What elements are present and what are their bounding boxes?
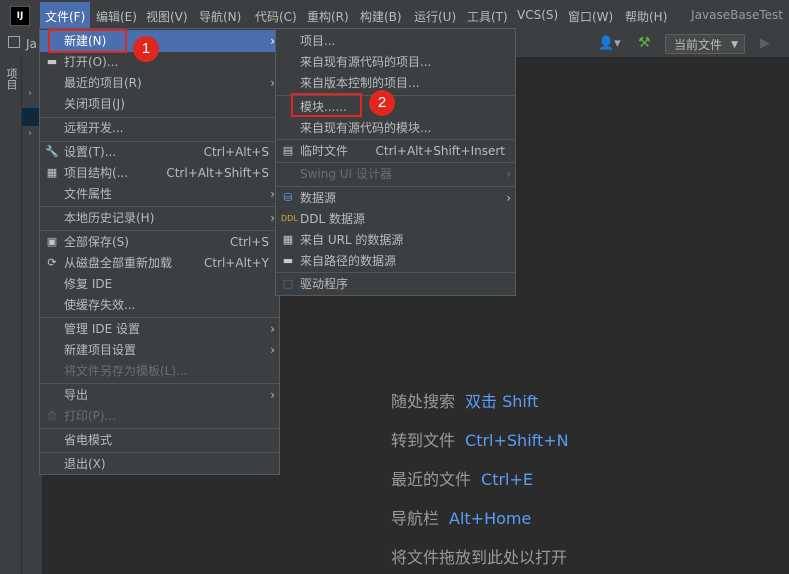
menu-build[interactable]: 构建(B) [360,8,402,25]
printer-icon: ⎙ [47,409,57,422]
menu-code[interactable]: 代码(C) [255,8,297,25]
menu-item-exit[interactable]: 退出(X) [40,453,279,475]
menu-item-local-history[interactable]: 本地历史记录(H) › [40,207,279,229]
menu-item-power-save[interactable]: 省电模式 [40,429,279,451]
run-icon[interactable]: ▶ [760,36,770,51]
menu-window[interactable]: 窗口(W) [568,8,613,25]
project-structure-icon: ▦ [46,166,58,179]
menu-tools[interactable]: 工具(T) [467,8,508,25]
new-project[interactable]: 项目... [276,30,515,52]
menu-item-save-all[interactable]: ▣ 全部保存(S) Ctrl+S [40,231,279,253]
menu-help[interactable]: 帮助(H) [625,8,667,25]
driver-icon: ⬚ [282,277,294,290]
new-module-from-sources[interactable]: 来自现有源代码的模块... [276,117,515,139]
wrench-icon: 🔧 [45,145,59,158]
chevron-right-icon: › [506,191,511,205]
chevron-right-icon: › [270,343,275,357]
menu-edit[interactable]: 编辑(E) [96,8,137,25]
left-tool-strip [0,57,22,574]
menu-item-print[interactable]: ⎙ 打印(P)... [40,405,279,427]
new-data-source-from-path[interactable]: ▬ 来自路径的数据源 [276,250,515,272]
build-hammer-icon[interactable]: ⚒ [638,35,651,51]
project-title: JavaseBaseTest [691,8,783,22]
chevron-right-icon: › [270,322,275,336]
scratch-file-icon: ▤ [282,144,294,157]
user-icon[interactable]: 👤▾ [598,36,621,51]
hint-recent-files: 最近的文件 Ctrl+E [391,470,533,489]
hint-drop-files: 将文件拖放到此处以打开 [391,548,568,567]
new-ddl-data-source[interactable]: DDL DDL 数据源 [276,208,515,230]
save-icon: ▣ [46,235,58,248]
hint-navigation-bar: 导航栏 Alt+Home [391,509,532,528]
annotation-badge-2: 2 [369,90,395,116]
menu-run[interactable]: 运行(U) [414,8,456,25]
refresh-icon: ⟳ [47,256,57,269]
menu-item-invalidate-caches[interactable]: 使缓存失效... [40,294,279,316]
hint-goto-file: 转到文件 Ctrl+Shift+N [391,431,569,450]
chevron-right-icon[interactable]: › [28,128,32,139]
menu-item-manage-ide-settings[interactable]: 管理 IDE 设置 › [40,318,279,340]
menu-file[interactable]: 文件(F) [45,8,85,25]
project-tree-selection[interactable] [22,108,40,126]
new-project-from-sources[interactable]: 来自现有源代码的项目... [276,51,515,73]
menu-item-close-project[interactable]: 关闭项目(J) [40,93,279,115]
menu-item-new-project-settings[interactable]: 新建项目设置 › [40,339,279,361]
menu-navigate[interactable]: 导航(N) [199,8,241,25]
menu-item-remote-dev[interactable]: 远程开发... [40,117,279,139]
new-driver[interactable]: ⬚ 驱动程序 [276,273,515,295]
intellij-logo-icon: IJ [10,6,30,26]
project-tab-partial[interactable]: Ja [26,37,37,51]
hint-search-everywhere: 随处搜索 双击 Shift [391,392,539,411]
new-scratch-file[interactable]: ▤ 临时文件 Ctrl+Alt+Shift+Insert [276,140,515,162]
new-project-from-vcs[interactable]: 来自版本控制的项目... [276,72,515,94]
new-data-source[interactable]: ⛁ 数据源 › [276,187,515,209]
menu-vcs[interactable]: VCS(S) [517,8,558,22]
chevron-down-icon: ▼ [731,40,738,50]
menu-item-save-as-template[interactable]: 将文件另存为模板(L)... [40,360,279,382]
database-icon: ⛁ [283,191,293,204]
menu-refactor[interactable]: 重构(R) [307,8,349,25]
ddl-icon: DDL [281,214,298,223]
run-config-select[interactable]: 当前文件 ▼ [665,34,745,54]
menu-item-project-structure[interactable]: ▦ 项目结构(... Ctrl+Alt+Shift+S [40,162,279,184]
folder-open-icon: ▬ [46,55,58,68]
annotation-highlight-new [48,29,127,53]
menu-item-file-properties[interactable]: 文件属性 › [40,183,279,205]
menu-item-open[interactable]: ▬ 打开(O)... [40,51,279,73]
menu-item-settings[interactable]: 🔧 设置(T)... Ctrl+Alt+S [40,141,279,163]
annotation-highlight-module [291,93,362,117]
run-config-label: 当前文件 [674,38,723,52]
chevron-right-icon[interactable]: › [28,88,32,99]
menu-item-recent-projects[interactable]: 最近的项目(R) › [40,72,279,94]
menu-item-export[interactable]: 导出 › [40,384,279,406]
folder-icon [8,36,20,48]
annotation-badge-1: 1 [133,36,159,62]
url-datasource-icon: ▦ [282,233,294,246]
new-submenu: 项目... 来自现有源代码的项目... 来自版本控制的项目... 模块.....… [275,28,516,296]
folder-open-icon: ▬ [282,254,294,267]
menu-item-repair-ide[interactable]: 修复 IDE [40,273,279,295]
new-swing-ui-designer[interactable]: Swing UI 设计器 › [276,163,515,185]
chevron-right-icon: › [270,388,275,402]
project-tool-tab[interactable]: 项目 [3,68,19,90]
chevron-right-icon: › [506,167,511,181]
menu-view[interactable]: 视图(V) [146,8,188,25]
menu-item-reload-from-disk[interactable]: ⟳ 从磁盘全部重新加载 Ctrl+Alt+Y [40,252,279,274]
new-data-source-from-url[interactable]: ▦ 来自 URL 的数据源 [276,229,515,251]
file-menu: 新建(N) › ▬ 打开(O)... 最近的项目(R) › 关闭项目(J) 远程开发.… [39,28,280,475]
